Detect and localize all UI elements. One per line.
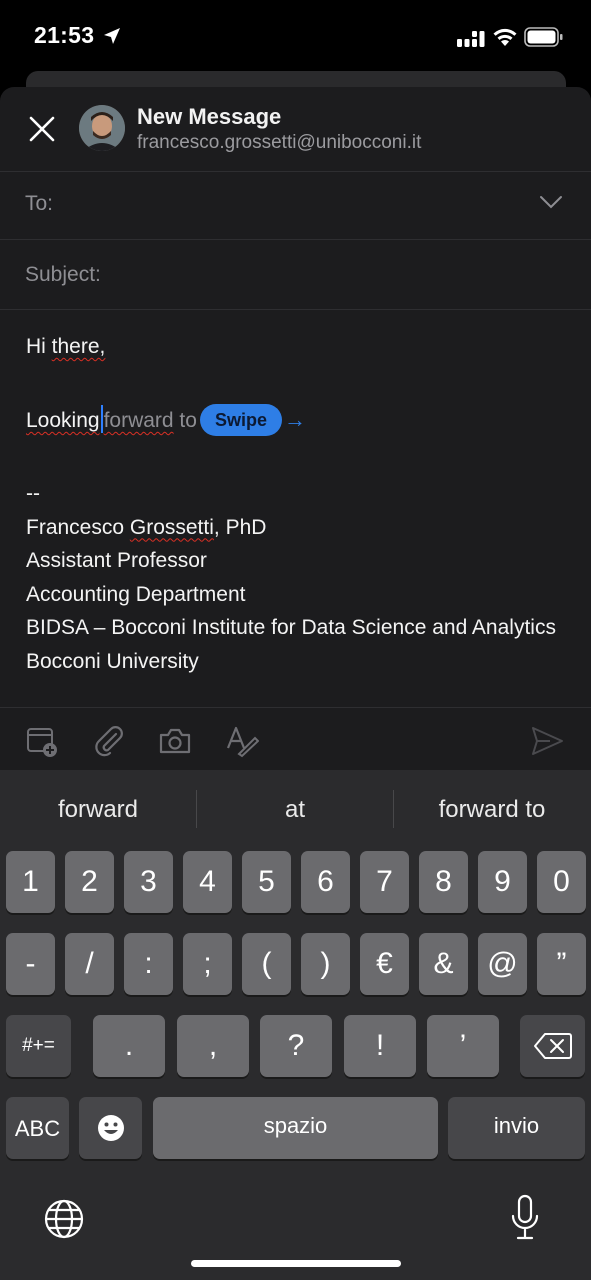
ghost-word-2: to	[173, 409, 197, 432]
key-return[interactable]: invio	[448, 1097, 585, 1159]
send-icon[interactable]	[530, 724, 564, 758]
key-8[interactable]: &	[419, 933, 468, 995]
compose-title: New Message	[137, 104, 282, 129]
body-line-typing[interactable]: Looking forward to Swipe →	[26, 403, 566, 438]
key-10[interactable]: 0	[537, 851, 586, 913]
divider	[0, 309, 591, 310]
cellular-signal-icon	[457, 31, 485, 47]
swipe-arrow-icon: →	[283, 407, 306, 432]
subject-field[interactable]: Subject:	[0, 241, 591, 309]
suggestion-3[interactable]: forward to	[394, 788, 590, 832]
divider	[0, 239, 591, 240]
key-3[interactable]: 3	[124, 851, 173, 913]
key-space[interactable]: spazio	[153, 1097, 438, 1159]
close-icon[interactable]	[28, 115, 56, 143]
subject-label: Subject:	[25, 263, 101, 286]
signature[interactable]: -- Francesco Grossetti, PhD Assistant Pr…	[26, 477, 566, 678]
signature-name: Francesco Grossetti, PhD	[26, 515, 267, 539]
greeting-text: Hi there,	[26, 335, 106, 358]
avatar-photo-icon	[79, 105, 125, 151]
key-2[interactable]: 2	[65, 851, 114, 913]
swipe-button[interactable]: Swipe	[199, 404, 282, 436]
key-8[interactable]: 8	[419, 851, 468, 913]
key-7[interactable]: €	[360, 933, 409, 995]
microphone-icon[interactable]	[508, 1194, 542, 1242]
globe-icon[interactable]	[43, 1198, 85, 1240]
key-2[interactable]: ,	[177, 1015, 249, 1077]
key-4[interactable]: ;	[183, 933, 232, 995]
status-time: 21:53	[34, 22, 95, 48]
avatar[interactable]	[79, 105, 125, 151]
wifi-icon	[493, 28, 517, 46]
body-greeting[interactable]: Hi there,	[26, 330, 566, 364]
compose-toolbar	[0, 707, 591, 771]
key-emoji[interactable]	[79, 1097, 142, 1159]
key-2[interactable]: /	[65, 933, 114, 995]
key-1[interactable]: 1	[6, 851, 55, 913]
key-more-symbols[interactable]: #+=	[6, 1015, 71, 1077]
signature-university: Bocconi University	[26, 649, 199, 673]
key-1[interactable]: .	[93, 1015, 165, 1077]
calendar-add-icon[interactable]	[25, 724, 59, 758]
sender-email[interactable]: francesco.grossetti@unibocconi.it	[137, 132, 421, 154]
signature-institute: BIDSA – Bocconi Institute for Data Scien…	[26, 616, 556, 639]
backspace-icon	[533, 1033, 572, 1059]
home-indicator	[191, 1260, 401, 1267]
ghost-word-1: forward	[103, 409, 174, 432]
key-5[interactable]: 5	[242, 851, 291, 913]
compose-header: New Message francesco.grossetti@unibocco…	[0, 87, 591, 171]
typed-word: Looking	[26, 409, 100, 432]
signature-title: Assistant Professor	[26, 549, 207, 572]
camera-icon[interactable]	[158, 724, 192, 758]
key-delete[interactable]	[520, 1015, 585, 1077]
key-6[interactable]: )	[301, 933, 350, 995]
signature-department: Accounting Department	[26, 582, 246, 606]
emoji-icon	[97, 1115, 124, 1141]
key-3[interactable]: :	[124, 933, 173, 995]
key-4[interactable]: 4	[183, 851, 232, 913]
suggestion-2[interactable]: at	[197, 788, 393, 832]
key-1[interactable]: -	[6, 933, 55, 995]
key-9[interactable]: 9	[478, 851, 527, 913]
compose-sheet: New Message francesco.grossetti@unibocco…	[0, 87, 591, 770]
status-bar: 21:53	[0, 0, 591, 72]
key-3[interactable]: ?	[260, 1015, 332, 1077]
battery-icon	[524, 27, 563, 47]
signature-separator: --	[26, 482, 40, 505]
key-10[interactable]: ”	[537, 933, 586, 995]
attachment-icon[interactable]	[92, 724, 126, 758]
key-4[interactable]: !	[344, 1015, 416, 1077]
location-arrow-icon	[104, 28, 120, 44]
key-6[interactable]: 6	[301, 851, 350, 913]
chevron-down-icon[interactable]	[539, 194, 563, 210]
key-5[interactable]: (	[242, 933, 291, 995]
to-label: To:	[25, 192, 54, 215]
key-5[interactable]: ’	[427, 1015, 499, 1077]
keyboard: forward at forward to 1234567890 - /:;() €…	[0, 770, 591, 1280]
to-field[interactable]: To:	[0, 172, 591, 239]
key-7[interactable]: 7	[360, 851, 409, 913]
suggestion-1[interactable]: forward	[0, 788, 196, 832]
key-abc[interactable]: ABC	[6, 1097, 69, 1159]
text-cursor	[100, 405, 103, 433]
key-9[interactable]: @	[478, 933, 527, 995]
format-text-icon[interactable]	[225, 724, 259, 758]
